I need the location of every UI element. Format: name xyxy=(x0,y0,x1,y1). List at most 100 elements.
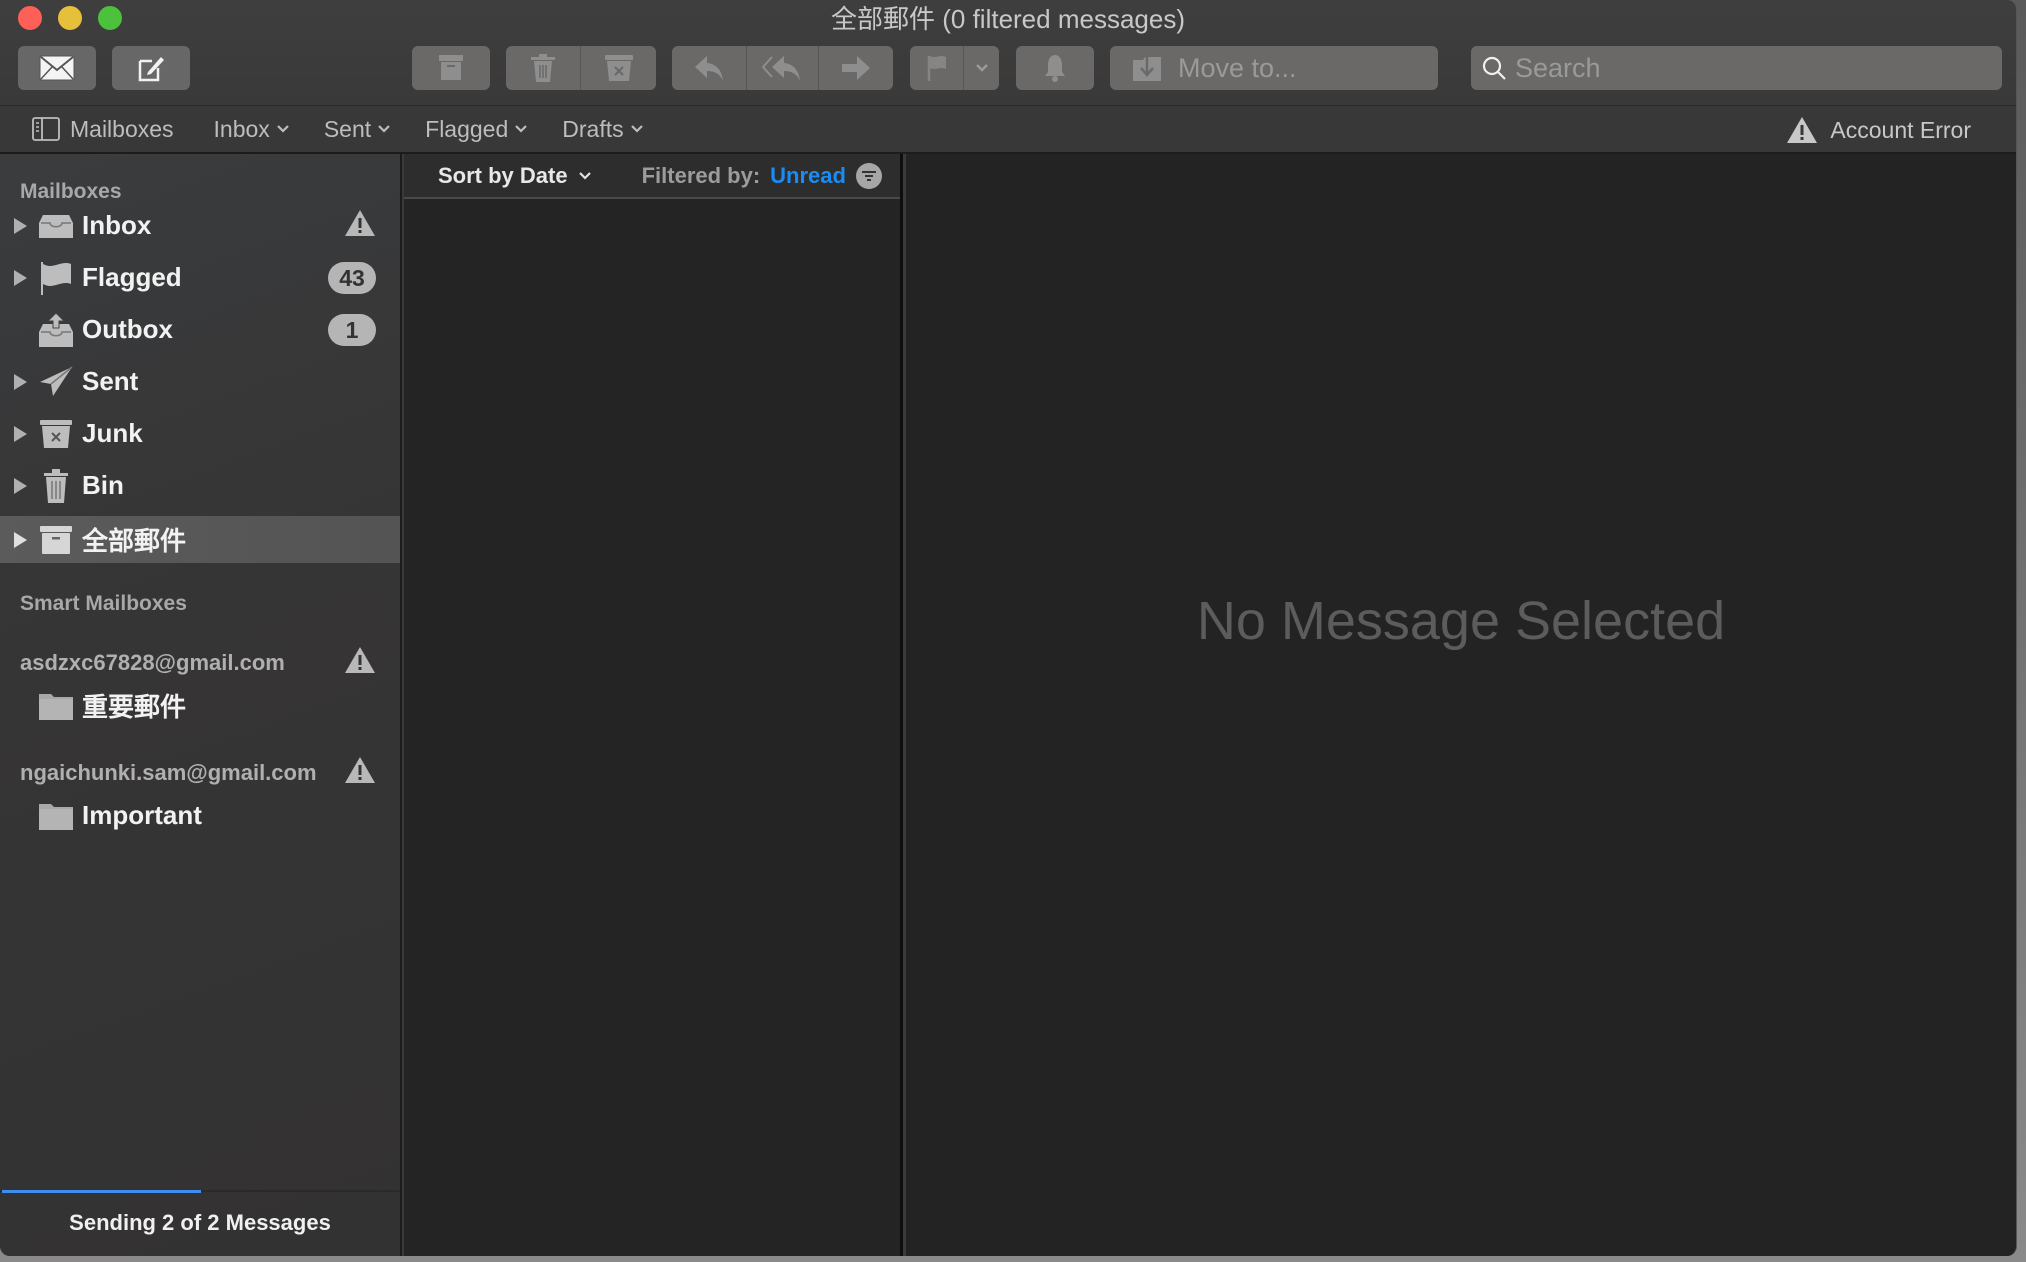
sidebar-item-label: Outbox xyxy=(82,314,173,344)
progress-fill xyxy=(2,1190,201,1193)
sidebar: Mailboxes Inbox Flagged 43 Outbox 1 Sent xyxy=(0,154,402,1256)
mail-window: 全部郵件 (0 filtered messages) Move to... Se… xyxy=(0,0,2017,1256)
favorite-drafts[interactable]: Drafts xyxy=(562,116,643,143)
sent-icon xyxy=(38,364,74,400)
message-list: Sort by Date Filtered by: Unread xyxy=(404,154,903,1256)
forward-button[interactable] xyxy=(819,46,893,90)
favorite-label: Inbox xyxy=(213,115,270,142)
favorites-bar: Mailboxes Inbox Sent Flagged Drafts Acco… xyxy=(0,106,2016,154)
count-badge: 1 xyxy=(328,313,376,346)
sending-progress-bar xyxy=(2,1190,400,1193)
sidebar-item-label: 重要郵件 xyxy=(82,692,187,722)
mailboxes-heading: Mailboxes xyxy=(20,180,122,203)
chevron-down-icon xyxy=(630,125,643,133)
delete-button[interactable] xyxy=(506,46,581,90)
sidebar-item-label: Inbox xyxy=(82,210,152,240)
warning-icon xyxy=(1787,117,1818,143)
reply-icon xyxy=(695,56,723,81)
favorite-label: Sent xyxy=(323,115,372,142)
filter-icon[interactable] xyxy=(855,162,882,189)
flag-icon xyxy=(38,260,74,296)
warning-icon[interactable] xyxy=(344,646,376,679)
favorite-sent[interactable]: Sent xyxy=(324,116,391,143)
move-to-label: Move to... xyxy=(1178,52,1297,83)
junk-icon xyxy=(38,416,74,452)
bell-icon xyxy=(1045,55,1065,82)
sidebar-item-sent[interactable]: Sent xyxy=(0,358,400,405)
chevron-down-icon xyxy=(975,64,988,72)
get-mail-button[interactable] xyxy=(18,46,96,90)
inbox-icon xyxy=(38,208,74,244)
sort-label: Sort by Date xyxy=(438,162,568,188)
disclosure-triangle-icon[interactable] xyxy=(14,477,27,494)
disclosure-triangle-icon[interactable] xyxy=(14,425,27,442)
compose-button[interactable] xyxy=(112,46,190,90)
sidebar-item-account-folder[interactable]: Important xyxy=(0,792,400,839)
sidebar-item-bin[interactable]: Bin xyxy=(0,462,400,509)
favorite-flagged[interactable]: Flagged xyxy=(425,116,528,143)
account-header[interactable]: asdzxc67828@gmail.com xyxy=(20,650,285,676)
chevron-down-icon xyxy=(378,125,390,133)
move-to-button[interactable]: Move to... xyxy=(1110,46,1438,90)
disclosure-triangle-icon[interactable] xyxy=(14,269,27,286)
junk-icon xyxy=(604,55,633,81)
reply-all-button[interactable] xyxy=(747,46,819,90)
favorite-label: Drafts xyxy=(562,115,624,142)
sort-menu-button[interactable]: Sort by Date xyxy=(438,163,592,189)
account-error-button[interactable]: Account Error xyxy=(1786,106,1971,154)
sidebar-item-label: Junk xyxy=(82,418,143,448)
message-viewer: No Message Selected xyxy=(906,154,2016,1256)
chevron-down-icon xyxy=(578,171,591,180)
archive-icon xyxy=(439,55,463,80)
folder-icon xyxy=(38,798,74,834)
window-title: 全部郵件 (0 filtered messages) xyxy=(831,4,1185,34)
sidebar-item-label: Flagged xyxy=(82,262,182,292)
outbox-icon xyxy=(38,311,74,348)
move-to-folder-icon xyxy=(1133,55,1161,81)
favorite-label: Flagged xyxy=(425,115,509,142)
disclosure-triangle-icon[interactable] xyxy=(14,531,27,548)
archive-button[interactable] xyxy=(412,46,490,90)
sidebar-item-flagged[interactable]: Flagged 43 xyxy=(0,254,400,301)
warning-icon[interactable] xyxy=(344,209,376,242)
notify-button[interactable] xyxy=(1016,46,1094,90)
reply-all-icon xyxy=(761,56,800,81)
account-header[interactable]: ngaichunki.sam@gmail.com xyxy=(20,760,317,786)
sidebar-item-label: 全部郵件 xyxy=(82,526,187,556)
flag-icon xyxy=(927,56,946,81)
activity-status: Sending 2 of 2 Messages xyxy=(69,1210,331,1235)
sidebar-item-junk[interactable]: Junk xyxy=(0,410,400,457)
archive-icon xyxy=(38,522,74,558)
no-message-selected-text: No Message Selected xyxy=(1196,591,1726,651)
search-field[interactable] xyxy=(1471,46,2002,90)
sidebar-item-all-mail[interactable]: 全部郵件 xyxy=(0,516,400,563)
sidebar-item-label: Important xyxy=(82,800,202,830)
mailboxes-label: Mailboxes xyxy=(70,115,174,142)
compose-icon xyxy=(138,57,164,82)
trash-icon xyxy=(531,54,555,82)
chevron-down-icon xyxy=(277,125,289,133)
filter-value-link[interactable]: Unread xyxy=(770,163,846,189)
sidebar-item-inbox[interactable]: Inbox xyxy=(0,202,400,249)
warning-icon[interactable] xyxy=(344,756,376,789)
sidebar-item-account-folder[interactable]: 重要郵件 xyxy=(0,682,400,729)
mailboxes-toggle-button[interactable]: Mailboxes xyxy=(32,116,174,143)
search-icon xyxy=(1482,56,1506,80)
sidebar-item-label: Bin xyxy=(82,470,124,500)
unread-count-badge: 43 xyxy=(328,261,376,294)
reply-button[interactable] xyxy=(672,46,747,90)
search-input[interactable] xyxy=(1515,52,1975,84)
sidebar-item-outbox[interactable]: Outbox 1 xyxy=(0,306,400,353)
disclosure-triangle-icon[interactable] xyxy=(14,373,27,390)
favorite-inbox[interactable]: Inbox xyxy=(214,116,290,143)
reply-group xyxy=(672,46,893,90)
toolbar: 全部郵件 (0 filtered messages) Move to... Se… xyxy=(0,0,2016,106)
flag-button[interactable] xyxy=(910,46,964,90)
junk-button[interactable] xyxy=(581,46,656,90)
trash-icon xyxy=(38,468,74,504)
flag-menu-button[interactable] xyxy=(964,46,999,90)
account-error-label: Account Error xyxy=(1830,116,1971,143)
smart-mailboxes-heading: Smart Mailboxes xyxy=(20,592,187,615)
activity-footer: Sending 2 of 2 Messages xyxy=(0,1190,400,1256)
disclosure-triangle-icon[interactable] xyxy=(14,217,27,234)
